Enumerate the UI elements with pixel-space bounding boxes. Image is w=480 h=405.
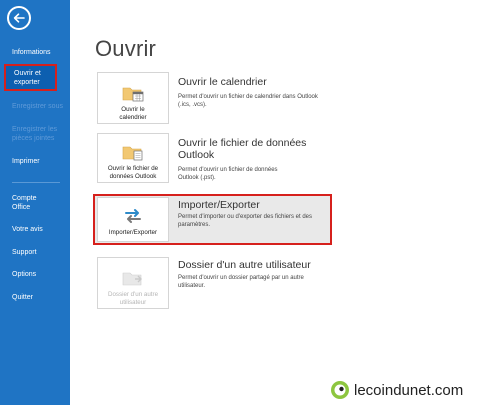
sidebar-divider: [12, 182, 60, 183]
option-title-other-user-folder: Dossier d'un autre utilisateur: [178, 259, 311, 271]
option-desc-calendar: Permet d'ouvrir un fichier de calendrier…: [178, 94, 318, 108]
option-desc-other-user-folder: Permet d'ouvrir un dossier partagé par u…: [178, 275, 304, 289]
sidebar-item-enregistrer-sous: Enregistrer sous: [12, 103, 63, 110]
option-title-data-file: Ouvrir le fichier de données Outlook: [178, 137, 307, 161]
option-desc-data-file: Permet d'ouvrir un fichier de données Ou…: [178, 167, 278, 181]
tile-label: Dossier d'un autre utilisateur: [107, 291, 159, 306]
calendar-folder-icon: [122, 87, 144, 102]
open-data-file-tile[interactable]: Ouvrir le fichier de données Outlook: [97, 133, 169, 183]
data-file-folder-icon: [122, 146, 143, 161]
sidebar-item-quitter[interactable]: Quitter: [0, 293, 70, 302]
watermark-text: lecoindunet.com: [354, 381, 464, 399]
sidebar-item-label: Ouvrir et exporter: [14, 69, 41, 86]
shared-folder-icon: [122, 272, 142, 286]
page-title: Ouvrir: [95, 36, 157, 61]
watermark-logo-icon: [331, 381, 349, 399]
tile-label: Ouvrir le calendrier: [119, 106, 147, 121]
other-user-folder-tile: Dossier d'un autre utilisateur: [97, 257, 169, 309]
open-calendar-tile[interactable]: Ouvrir le calendrier: [97, 72, 169, 124]
sidebar-item-support[interactable]: Support: [0, 248, 70, 257]
sidebar-item-ouvrir-exporter[interactable]: Ouvrir et exporter: [4, 64, 57, 91]
sidebar-item-options[interactable]: Options: [0, 270, 70, 279]
tile-label: Ouvrir le fichier de données Outlook: [107, 165, 159, 180]
back-arrow-button[interactable]: [7, 6, 31, 30]
highlight-box: [93, 194, 332, 245]
sidebar-item-compte-office[interactable]: Compte Office: [0, 194, 50, 212]
option-title-calendar: Ouvrir le calendrier: [178, 76, 267, 88]
sidebar-item-votre-avis[interactable]: Votre avis: [0, 225, 70, 234]
sidebar-item-informations[interactable]: Informations: [0, 48, 70, 57]
watermark: lecoindunet.com: [330, 380, 463, 400]
sidebar-item-enregistrer-pieces-jointes: Enregistrer les pièces jointes: [12, 126, 58, 142]
backstage-sidebar: Informations Ouvrir et exporter Enregist…: [0, 0, 70, 405]
back-arrow-icon: [13, 13, 25, 23]
sidebar-item-imprimer[interactable]: Imprimer: [0, 157, 70, 166]
outlook-backstage: Informations Ouvrir et exporter Enregist…: [0, 0, 480, 405]
